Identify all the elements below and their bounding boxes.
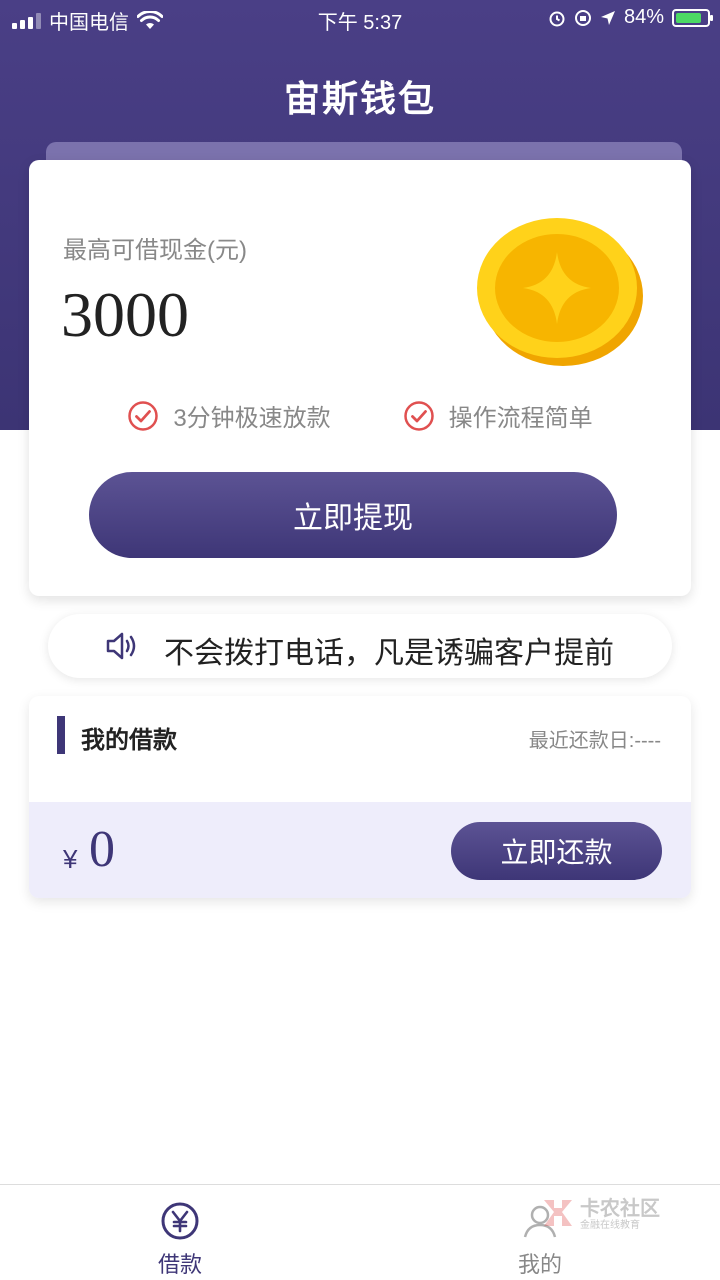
repay-date-label: 最近还款日:---- [528,730,661,752]
feature-label: 操作流程简单 [448,405,593,432]
title-accent-bar [57,716,65,754]
loan-amount: 0 [89,821,115,878]
location-icon [600,10,615,25]
status-bar: 中国电信 下午 5:37 84% [0,0,720,36]
loan-card-title: 我的借款 [81,727,177,754]
feature-list: 3分钟极速放款 操作流程简单 [29,398,691,433]
battery-percent: 84% [623,6,664,28]
app-title: 宙斯钱包 [283,78,436,119]
tab-loan[interactable]: 借款 [0,1185,360,1280]
feature-label: 3分钟极速放款 [173,405,331,432]
loan-amount-row: ¥ 0 立即还款 [29,802,691,898]
limit-amount: 3000 [61,279,189,350]
tab-label: 借款 [157,1252,202,1277]
alarm-icon [549,11,565,26]
loan-offer-card: 最高可借现金(元) 3000 3分钟极速放款 操作流程简单 立即提现 [29,160,691,596]
currency-symbol: ¥ [63,844,78,874]
battery-fill [676,12,702,23]
check-circle-icon [403,400,434,431]
tab-label: 我的 [517,1252,562,1277]
notice-text: 不会拨打电话，凡是诱骗客户提前 [164,637,614,670]
gold-coin-icon [477,218,643,366]
status-right: 84% [548,6,713,29]
yen-circle-icon [161,1202,199,1240]
limit-label: 最高可借现金(元) [63,237,247,264]
notice-bar: 不会拨打电话，凡是诱骗客户提前 [48,614,672,678]
check-circle-icon [128,400,159,431]
withdraw-button[interactable]: 立即提现 [89,472,617,558]
watermark-subtitle: 金融在线教育 [580,1220,640,1231]
repay-button[interactable]: 立即还款 [451,822,662,880]
notice-marquee: 不会拨打电话，凡是诱骗客户提前 [158,614,614,678]
feature-item: 3分钟极速放款 [127,398,331,433]
battery-icon [672,8,713,27]
rotation-lock-icon [574,9,591,26]
my-loan-card: 我的借款 最近还款日:---- ¥ 0 立即还款 [29,696,691,898]
watermark: 卡农社区 金融在线教育 [540,1192,660,1236]
feature-item: 操作流程简单 [403,398,593,433]
watermark-logo-icon [544,1200,572,1226]
speaker-icon [106,632,136,660]
